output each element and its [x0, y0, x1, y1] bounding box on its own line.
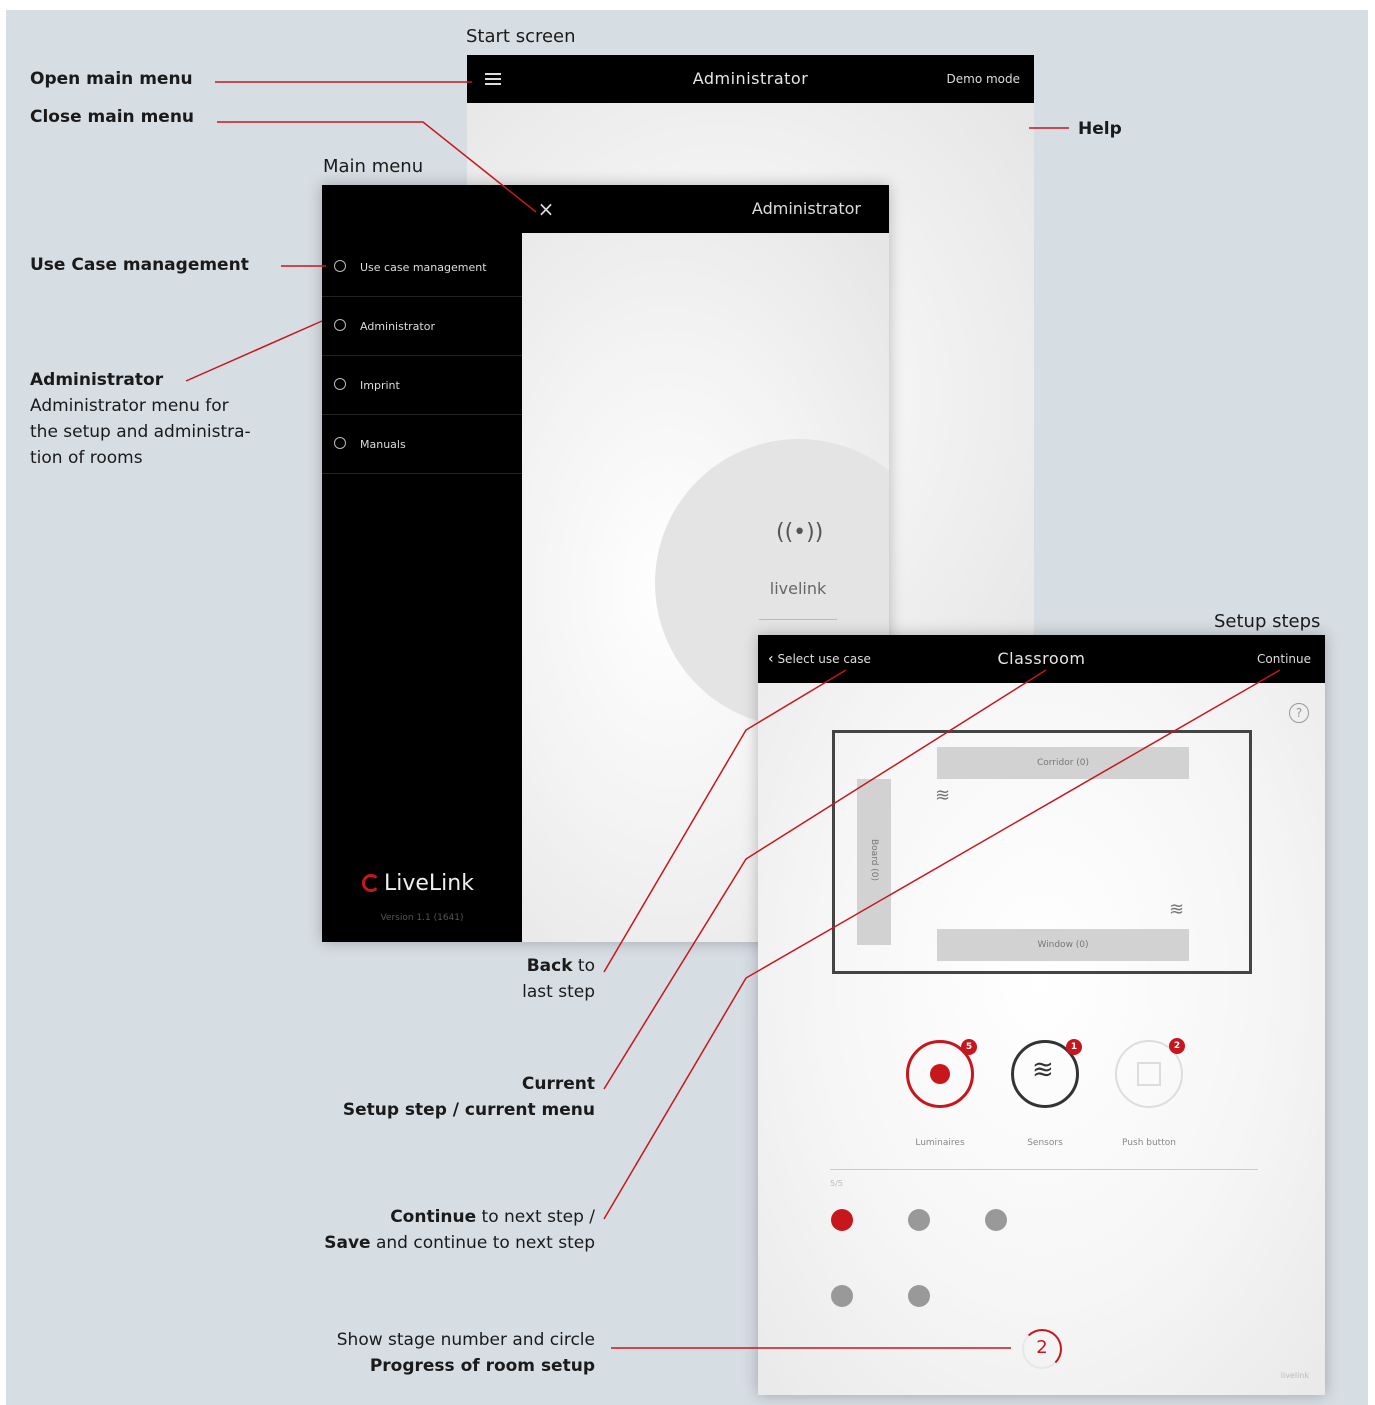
category-divider — [830, 1169, 1258, 1170]
menu-item-manuals[interactable]: Manuals — [322, 415, 522, 474]
label-open-main-menu: Open main menu — [30, 69, 193, 89]
luminaire-item[interactable] — [908, 1285, 930, 1307]
demo-mode-button[interactable]: Demo mode — [947, 55, 1021, 103]
window-zone[interactable]: Window (0) — [937, 929, 1189, 961]
push-button-label: Push button — [1122, 1138, 1176, 1148]
livelink-divider — [759, 619, 837, 620]
continue-button[interactable]: Continue — [1257, 635, 1311, 683]
label-back: Back to last step — [522, 956, 595, 1002]
menu-item-administrator[interactable]: Administrator — [322, 297, 522, 356]
setup-title: Classroom — [997, 649, 1086, 668]
menu-item-label: Administrator — [360, 320, 435, 333]
luminaire-item[interactable] — [831, 1285, 853, 1307]
sensor-icon[interactable]: ≋ — [935, 785, 950, 806]
sensor-icon-2[interactable]: ≋ — [1169, 899, 1184, 920]
luminaires-count: 5 — [961, 1039, 977, 1055]
caption-start-screen: Start screen — [466, 26, 576, 47]
label-help: Help — [1078, 119, 1122, 139]
brand-mark-icon — [362, 874, 380, 892]
main-title: Administrator — [751, 199, 861, 218]
menu-item-use-case-management[interactable]: Use case management — [322, 238, 522, 297]
menu-item-label: Use case management — [360, 261, 487, 274]
sensor-waves-icon: ≋ — [1032, 1055, 1054, 1085]
setup-steps-screen: ‹ Select use case Classroom Continue ? C… — [758, 635, 1325, 1395]
label-close-main-menu: Close main menu — [30, 107, 195, 127]
push-button-button[interactable]: 2 — [1115, 1038, 1185, 1108]
administrator-icon — [334, 319, 346, 331]
progress-circle: 2 — [1022, 1329, 1062, 1369]
luminaire-dot-icon — [930, 1064, 950, 1084]
label-administrator: Administrator Administrator menu for the… — [30, 370, 251, 468]
main-sidebar: Use case management Administrator Imprin… — [322, 185, 522, 942]
board-label: Board (0) — [869, 838, 879, 882]
menu-item-label: Manuals — [360, 438, 406, 451]
stage-number: 2 — [1036, 1337, 1048, 1358]
label-progress: Show stage number and circle Progress of… — [336, 1330, 595, 1376]
antenna-icon: ((•)) — [776, 520, 824, 545]
brand-logo: LiveLink — [362, 869, 502, 899]
manuals-icon — [334, 437, 346, 449]
label-use-case-management: Use Case management — [30, 255, 249, 275]
corridor-zone[interactable]: Corridor (0) — [937, 747, 1189, 779]
stage-background: Start screen Main menu Setup steps Open … — [6, 10, 1368, 1405]
start-topbar: Administrator Demo mode — [467, 55, 1034, 103]
caption-setup-steps: Setup steps — [1214, 611, 1321, 632]
menu-item-label: Imprint — [360, 379, 400, 392]
board-zone[interactable]: Board (0) — [857, 779, 891, 945]
help-icon[interactable]: ? — [1289, 703, 1309, 723]
caption-main-menu: Main menu — [323, 156, 424, 177]
luminaire-item[interactable] — [908, 1209, 930, 1231]
sensors-count: 1 — [1066, 1039, 1082, 1055]
sensors-label: Sensors — [1027, 1138, 1063, 1148]
setup-topbar: ‹ Select use case Classroom Continue — [758, 635, 1325, 683]
close-icon[interactable]: × — [536, 197, 556, 221]
imprint-icon — [334, 378, 346, 390]
luminaire-item-selected[interactable] — [831, 1209, 853, 1231]
label-continue: Continue to next step / Save and continu… — [324, 1207, 595, 1253]
menu-item-imprint[interactable]: Imprint — [322, 356, 522, 415]
room-plan: Corridor (0) Board (0) Window (0) ≋ ≋ — [832, 730, 1252, 974]
push-button-icon — [1137, 1062, 1161, 1086]
luminaires-button[interactable]: 5 — [906, 1039, 977, 1108]
setup-footer-brand: livelink — [1280, 1371, 1309, 1380]
push-button-count: 2 — [1169, 1038, 1185, 1054]
sensors-button[interactable]: ≋ 1 — [1011, 1039, 1082, 1108]
luminaires-label: Luminaires — [915, 1138, 965, 1148]
brand-name: LiveLink — [384, 871, 474, 896]
list-header: 5/5 — [830, 1179, 843, 1188]
use-case-icon — [334, 260, 346, 272]
luminaire-item[interactable] — [985, 1209, 1007, 1231]
label-current: Current Setup step / current menu — [342, 1074, 595, 1120]
version-text: Version 1.1 (1641) — [380, 913, 464, 923]
livelink-label: livelink — [769, 579, 827, 598]
